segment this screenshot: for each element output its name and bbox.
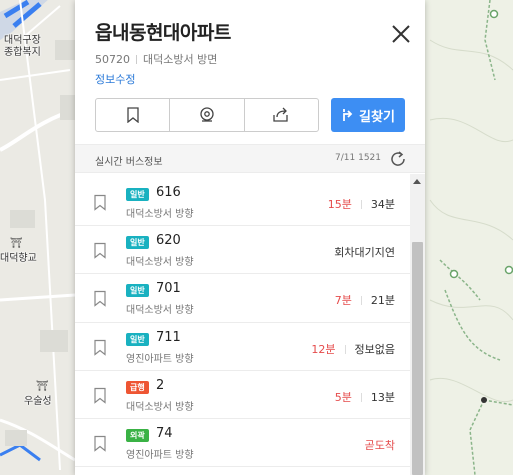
bus-type-badge: 일반 <box>126 332 149 346</box>
divider <box>360 392 362 402</box>
divider <box>360 200 362 209</box>
arrival-first: 5분 <box>334 390 352 404</box>
divider <box>136 55 137 64</box>
directions-icon <box>343 109 353 121</box>
realtime-title: 실시간 버스정보 <box>95 157 163 168</box>
bus-arrival: 5분 13분 <box>335 389 395 405</box>
bus-direction: 대덕소방서 방향 <box>126 257 194 269</box>
bus-row[interactable]: 외곽 74 영진아파트 방향 곧도착 <box>75 419 410 468</box>
scroll-up-arrow[interactable] <box>413 179 421 184</box>
share-icon <box>273 107 288 122</box>
bus-number[interactable]: 2 <box>156 378 164 393</box>
bus-row[interactable]: 일반 701 대덕소방서 방향 7분 21분 <box>75 274 410 323</box>
arrival-second: 정보없음 <box>354 342 395 356</box>
bus-type-badge: 외곽 <box>126 428 149 442</box>
arrival-second: 회차대기지연 <box>334 246 395 260</box>
action-buttons <box>95 98 319 132</box>
directions-label: 길찾기 <box>359 109 395 125</box>
edit-info-link[interactable]: 정보수정 <box>95 71 135 87</box>
bus-direction: 대덕소방서 방향 <box>126 401 194 413</box>
scrollbar-thumb[interactable] <box>412 242 423 475</box>
bus-number[interactable]: 620 <box>156 233 181 248</box>
bus-list: 일반 616 대덕소방서 방향 15분 34분 일반 620 대덕소방서 방향 회… <box>75 174 410 475</box>
bus-direction: 대덕소방서 방향 <box>126 305 194 317</box>
bus-direction: 영진아파트 방향 <box>126 449 194 461</box>
map-label-welfare[interactable]: 대덕구장 종합복지 <box>4 35 41 59</box>
roadview-button[interactable] <box>169 99 243 131</box>
shrine-icon: ⛩ <box>36 381 49 392</box>
shrine-icon: ⛩ <box>10 238 23 249</box>
arrival-second: 13분 <box>370 390 395 404</box>
map-label-usulseong[interactable]: 우술성 <box>24 396 52 408</box>
roadview-icon <box>200 107 214 122</box>
bus-row[interactable]: 급행 2 대덕소방서 방향 5분 13분 <box>75 371 410 419</box>
close-icon[interactable] <box>389 22 413 46</box>
directions-button[interactable]: 길찾기 <box>331 98 405 132</box>
realtime-header: 실시간 버스정보 7/11 1521 <box>75 144 425 173</box>
bus-direction: 대덕소방서 방향 <box>126 209 194 220</box>
bus-arrival: 회차대기지연 <box>334 244 395 260</box>
bus-number[interactable]: 616 <box>156 185 181 200</box>
refresh-icon[interactable] <box>389 150 407 168</box>
bus-row[interactable]: 일반 711 영진아파트 방향 12분 정보없음 <box>75 323 410 371</box>
divider <box>360 296 362 306</box>
arrival-first: 15분 <box>327 198 352 211</box>
panel-header: 읍내동현대아파트 <box>95 18 405 45</box>
bus-type-badge: 일반 <box>126 236 149 250</box>
bookmark-icon[interactable] <box>93 387 107 404</box>
bus-row[interactable]: 일반 616 대덕소방서 방향 15분 34분 <box>75 178 410 227</box>
bus-arrival: 7분 21분 <box>335 292 395 308</box>
realtime-timestamp: 7/11 1521 <box>335 153 381 163</box>
stop-subinfo: 50720 대덕소방서 방면 <box>95 51 217 67</box>
bus-stop-panel: 읍내동현대아파트 50720 대덕소방서 방면 정보수정 길찾기 실시간 버스정… <box>75 0 425 475</box>
bookmark-button[interactable] <box>96 99 169 131</box>
bus-row[interactable]: 일반 620 대덕소방서 방향 회차대기지연 <box>75 226 410 275</box>
arrival-first: 곧도착 <box>364 438 395 452</box>
stop-direction: 대덕소방서 방면 <box>143 53 218 66</box>
bus-type-badge: 급행 <box>126 380 149 394</box>
bus-arrival: 12분 정보없음 <box>311 341 395 357</box>
bus-type-badge: 일반 <box>126 188 149 201</box>
map-label-hyanggyo[interactable]: 대덕향교 <box>0 253 37 265</box>
arrival-first: 12분 <box>311 342 336 356</box>
bus-direction: 영진아파트 방향 <box>126 353 194 365</box>
bus-arrival: 15분 34분 <box>328 196 395 212</box>
bookmark-icon[interactable] <box>93 242 107 259</box>
stop-title: 읍내동현대아파트 <box>95 22 231 44</box>
bookmark-icon[interactable] <box>93 194 107 211</box>
arrival-second: 21분 <box>370 294 395 308</box>
bus-arrival: 곧도착 <box>365 437 395 453</box>
arrival-second: 34분 <box>370 198 395 211</box>
divider <box>344 344 346 354</box>
bus-number[interactable]: 74 <box>156 426 173 441</box>
bookmark-icon[interactable] <box>93 339 107 356</box>
share-button[interactable] <box>243 99 318 131</box>
bus-type-badge: 일반 <box>126 284 149 298</box>
stop-id: 50720 <box>95 53 130 66</box>
bus-number[interactable]: 701 <box>156 281 181 296</box>
arrival-first: 7분 <box>334 294 352 308</box>
bookmark-icon[interactable] <box>93 290 107 308</box>
bookmark-icon[interactable] <box>93 435 107 452</box>
scrollbar[interactable] <box>410 174 425 475</box>
bus-number[interactable]: 711 <box>156 330 181 345</box>
bookmark-icon <box>127 107 139 123</box>
